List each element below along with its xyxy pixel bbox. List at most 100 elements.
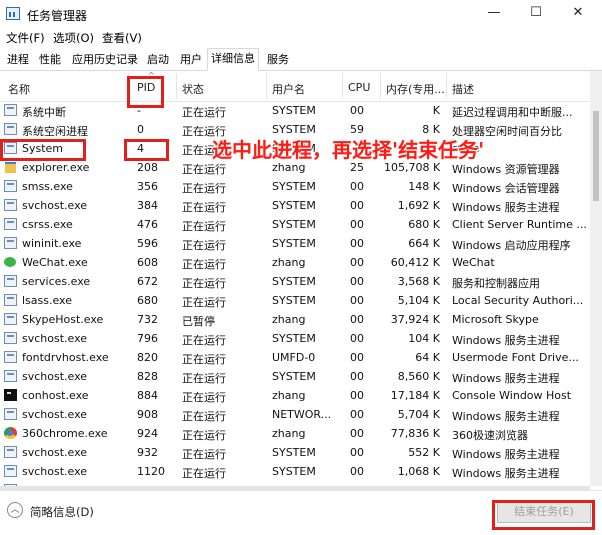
task-manager-icon — [6, 7, 20, 20]
cell-pid: 820 — [137, 351, 158, 364]
tab-app-history[interactable]: 应用历史记录 — [69, 50, 141, 69]
cell-memory: 17,184 K — [390, 389, 440, 402]
cell-status: 正在运行 — [182, 372, 226, 385]
menu-options[interactable]: 选项(O) — [53, 30, 94, 46]
console-icon — [4, 389, 17, 401]
cell-memory: 64 K — [415, 351, 440, 364]
close-button[interactable]: ✕ — [558, 0, 598, 28]
cell-status: 正在运行 — [182, 334, 226, 347]
cell-description: Windows 服务主进程 — [452, 372, 560, 385]
column-divider[interactable] — [176, 73, 177, 99]
cell-name: services.exe — [22, 275, 91, 288]
column-divider[interactable] — [342, 73, 343, 99]
cell-cpu: 00 — [350, 465, 364, 478]
cell-description: 服务和控制器应用 — [452, 277, 540, 290]
cell-cpu: 00 — [350, 275, 364, 288]
column-divider[interactable] — [128, 73, 129, 99]
cell-status: 正在运行 — [182, 448, 226, 461]
cell-username: UMFD-0 — [272, 351, 316, 364]
tab-bar: 进程 性能 应用历史记录 启动 用户 详细信息 服务 — [0, 48, 602, 71]
column-username[interactable]: 用户名 — [272, 81, 305, 97]
column-pid[interactable]: PID — [137, 81, 155, 94]
table-row[interactable]: csrss.exe 476 正在运行 SYSTEM 00 680 K Client Serv… — [0, 215, 590, 234]
table-row[interactable]: 系统中断 - 正在运行 SYSTEM 00 K 延迟过程调用和中断服... — [0, 101, 590, 120]
cell-description: Windows 服务主进程 — [452, 334, 560, 347]
table-row[interactable]: SkypeHost.exe 732 已暂停 zhang 00 37,924 K Micros… — [0, 310, 590, 329]
tab-users[interactable]: 用户 — [177, 50, 205, 69]
menu-bar: 文件(F) 选项(O) 查看(V) — [0, 28, 602, 48]
table-row[interactable]: svchost.exe 796 正在运行 SYSTEM 00 104 K Windows 服… — [0, 329, 590, 348]
table-row[interactable]: wininit.exe 596 正在运行 SYSTEM 00 664 K Windows 启… — [0, 234, 590, 253]
cell-cpu: 00 — [350, 351, 364, 364]
cell-name: 系统空闲进程 — [22, 125, 88, 138]
cell-status: 正在运行 — [182, 277, 226, 290]
window-icon — [4, 237, 17, 249]
tab-performance[interactable]: 性能 — [36, 50, 64, 69]
cell-username: SYSTEM — [272, 218, 316, 231]
cell-status: 正在运行 — [182, 220, 226, 233]
chevron-up-icon[interactable]: ︿ — [7, 502, 23, 518]
column-name[interactable]: 名称 — [8, 81, 30, 97]
tab-details[interactable]: 详细信息 — [207, 48, 259, 71]
cell-name: smss.exe — [22, 180, 73, 193]
tab-services[interactable]: 服务 — [264, 50, 292, 69]
scrollbar-thumb[interactable] — [593, 111, 599, 201]
table-row[interactable]: WeChat.exe 608 正在运行 zhang 00 60,412 K WeChat — [0, 253, 590, 272]
cell-pid: 796 — [137, 332, 158, 345]
vertical-scrollbar[interactable] — [590, 71, 602, 486]
cell-pid: - — [137, 104, 141, 117]
column-memory[interactable]: 内存(专用... — [386, 81, 445, 97]
table-row[interactable]: svchost.exe 828 正在运行 SYSTEM 00 8,560 K Windows… — [0, 367, 590, 386]
cell-description: Windows 服务主进程 — [452, 448, 560, 461]
brief-info-link[interactable]: 简略信息(D) — [30, 504, 94, 520]
cell-description: Client Server Runtime ... — [452, 218, 587, 231]
cell-memory: 664 K — [408, 237, 440, 250]
maximize-button[interactable]: ☐ — [516, 0, 556, 28]
cell-name: 360chrome.exe — [22, 427, 108, 440]
cell-name: conhost.exe — [22, 389, 89, 402]
cell-description: WeChat — [452, 256, 495, 269]
table-row[interactable]: svchost.exe 908 正在运行 NETWOR... 00 5,704 K Wind… — [0, 405, 590, 424]
table-row[interactable]: lsass.exe 680 正在运行 SYSTEM 00 5,104 K Local Sec… — [0, 291, 590, 310]
table-row[interactable]: svchost.exe 384 正在运行 SYSTEM 00 1,692 K Windows… — [0, 196, 590, 215]
cell-memory: 8,560 K — [397, 370, 440, 383]
column-cpu[interactable]: CPU — [348, 81, 370, 94]
cell-status: 正在运行 — [182, 201, 226, 214]
cell-memory: 60,412 K — [390, 256, 440, 269]
table-row[interactable]: fontdrvhost.exe 820 正在运行 UMFD-0 00 64 K Usermo… — [0, 348, 590, 367]
table-row[interactable]: svchost.exe 932 正在运行 SYSTEM 00 552 K Windows 服… — [0, 443, 590, 462]
column-divider[interactable] — [266, 73, 267, 99]
table-row[interactable]: services.exe 672 正在运行 SYSTEM 00 3,568 K 服务和控制器… — [0, 272, 590, 291]
cell-username: SYSTEM — [272, 370, 316, 383]
menu-file[interactable]: 文件(F) — [6, 30, 45, 46]
cell-username: zhang — [272, 256, 306, 269]
tab-startup[interactable]: 启动 — [144, 50, 172, 69]
cell-description: Microsoft Skype — [452, 313, 539, 326]
table-row[interactable]: 360chrome.exe 924 正在运行 zhang 00 77,836 K 360极速… — [0, 424, 590, 443]
cell-username: SYSTEM — [272, 446, 316, 459]
explorer-icon — [4, 161, 17, 173]
cell-pid: 4 — [137, 142, 144, 155]
column-description[interactable]: 描述 — [452, 81, 474, 97]
cell-cpu: 00 — [350, 256, 364, 269]
cell-username: SYSTEM — [272, 237, 316, 250]
cell-cpu: 00 — [350, 180, 364, 193]
column-status[interactable]: 状态 — [182, 81, 204, 97]
cell-username: SYSTEM — [272, 275, 316, 288]
column-divider[interactable] — [446, 73, 447, 99]
end-task-button[interactable]: 结束任务(E) — [497, 501, 591, 523]
window-icon — [4, 465, 17, 477]
cell-memory: 104 K — [408, 332, 440, 345]
cell-cpu: 00 — [350, 370, 364, 383]
tab-processes[interactable]: 进程 — [4, 50, 32, 69]
table-row[interactable]: smss.exe 356 正在运行 SYSTEM 00 148 K Windows 会话管理… — [0, 177, 590, 196]
column-divider[interactable] — [380, 73, 381, 99]
menu-view[interactable]: 查看(V) — [102, 30, 142, 46]
cell-pid: 356 — [137, 180, 158, 193]
minimize-button[interactable]: — — [474, 0, 514, 28]
table-row[interactable]: conhost.exe 884 正在运行 zhang 00 17,184 K Console… — [0, 386, 590, 405]
cell-memory: 552 K — [408, 446, 440, 459]
cell-username: SYSTEM — [272, 332, 316, 345]
cell-status: 正在运行 — [182, 410, 226, 423]
table-row[interactable]: svchost.exe 1120 正在运行 SYSTEM 00 1,068 K Window… — [0, 462, 590, 481]
